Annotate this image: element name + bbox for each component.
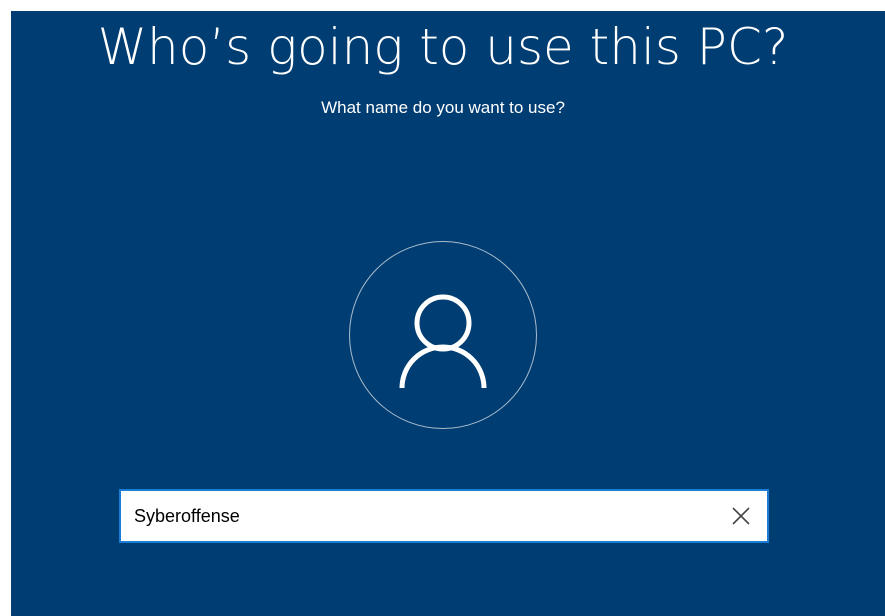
name-field[interactable] [119, 489, 769, 543]
avatar [349, 241, 537, 429]
name-input[interactable] [121, 491, 711, 541]
page-title: Who’s going to use this PC? [97, 18, 789, 76]
oobe-setup-screen: Who’s going to use this PC? What name do… [11, 11, 885, 616]
user-icon [399, 294, 487, 389]
close-icon [732, 507, 750, 525]
page-subtitle: What name do you want to use? [321, 98, 565, 117]
clear-button[interactable] [721, 496, 761, 536]
